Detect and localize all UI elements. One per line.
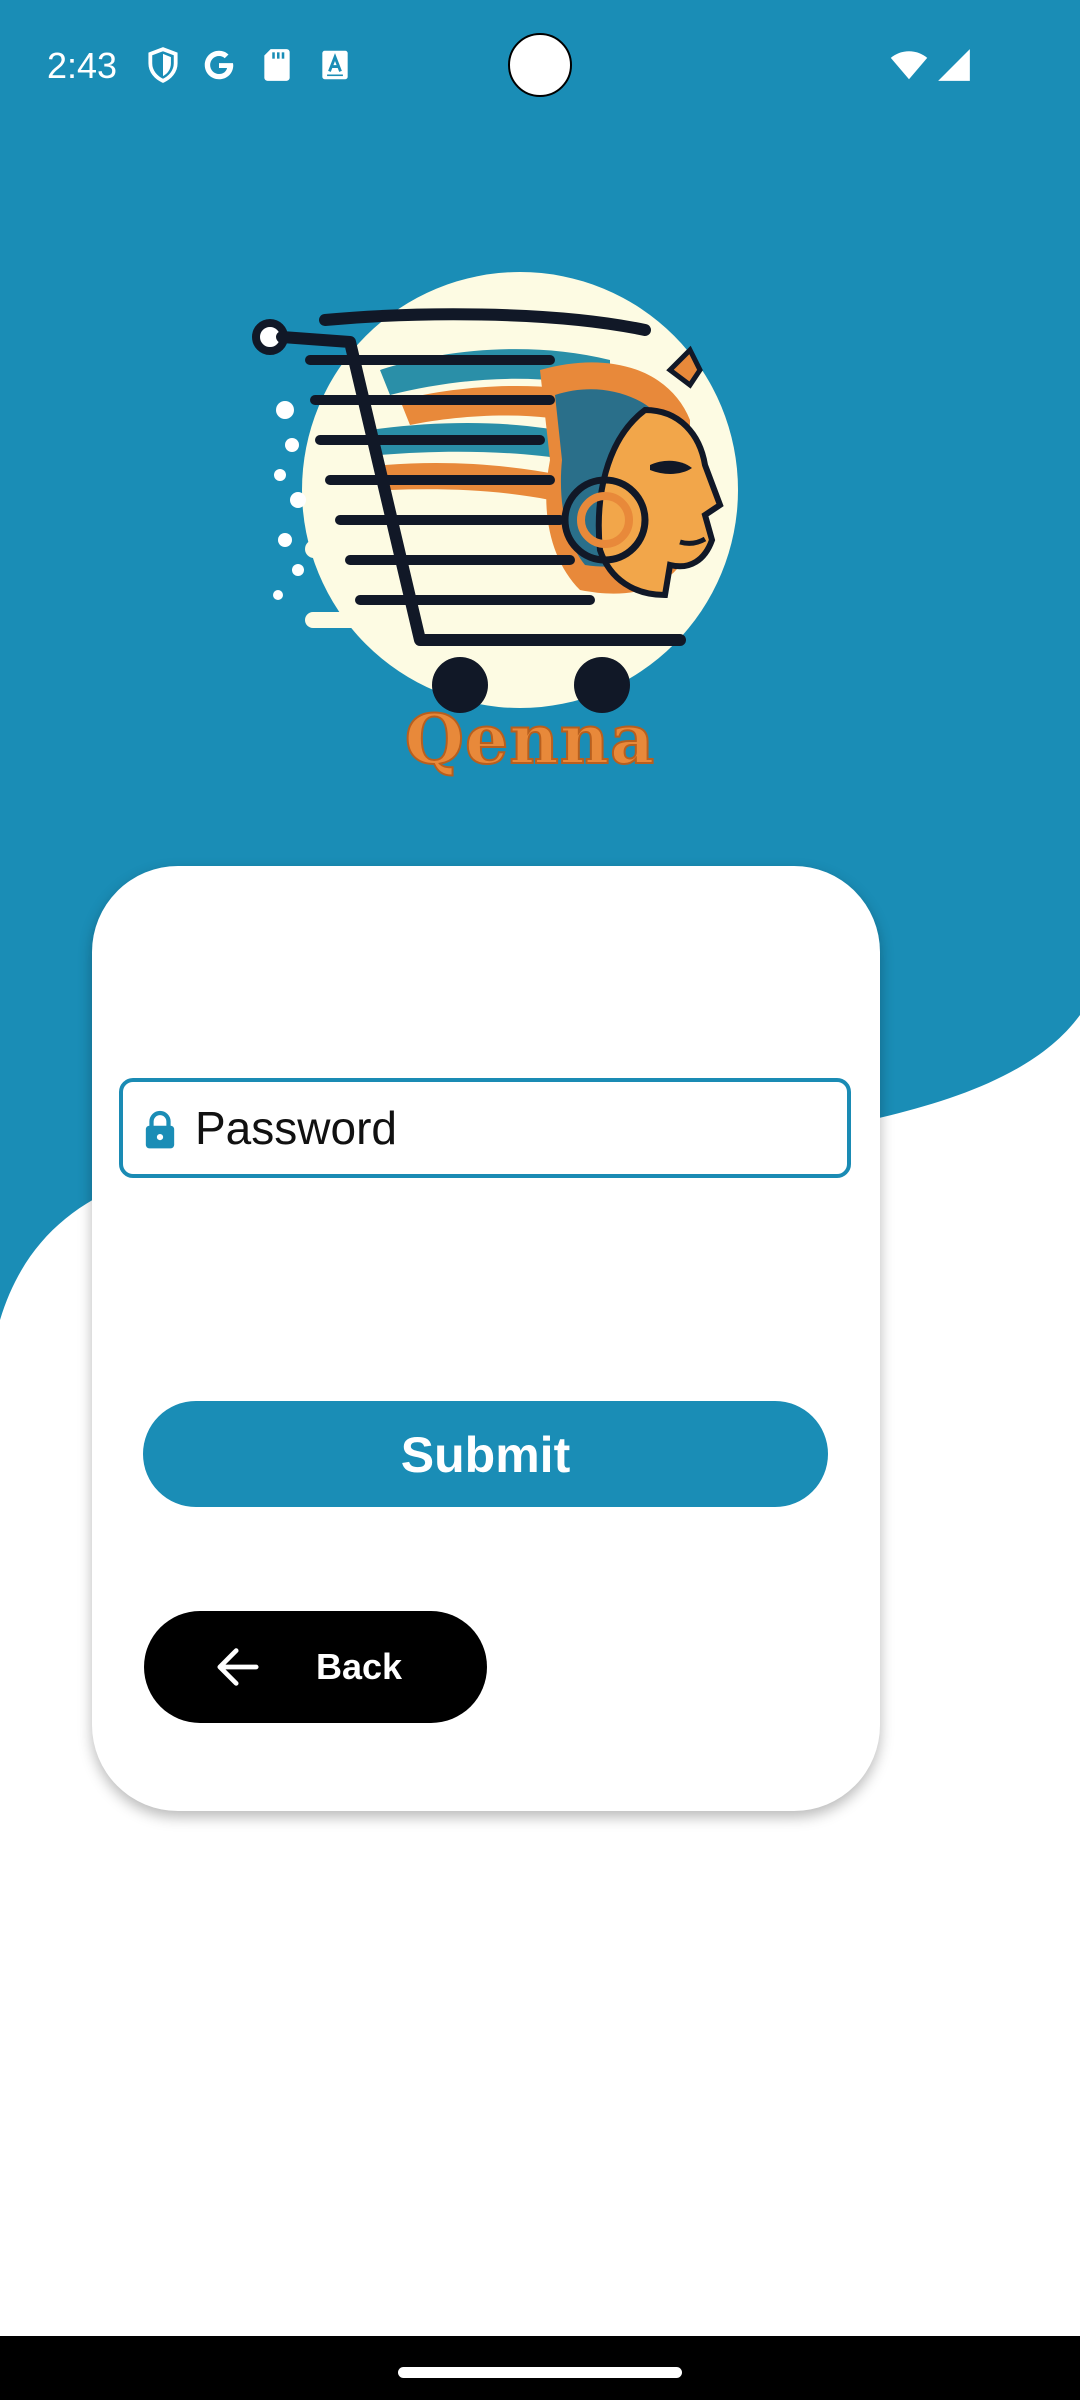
submit-button[interactable]: Submit: [143, 1401, 828, 1507]
signal-icon: [938, 49, 970, 81]
shield-icon: [148, 47, 178, 83]
arrow-left-icon: [217, 1648, 259, 1686]
brand-name: Qenna: [404, 699, 656, 781]
login-screen: 2:43 Qenna Submit Back: [0, 0, 1080, 2400]
status-time: 2:43: [47, 45, 118, 86]
font-icon: [322, 50, 348, 80]
lock-icon: [145, 1110, 175, 1149]
back-button-label: Back: [316, 1646, 403, 1687]
google-icon: [204, 50, 234, 80]
wifi-icon: [890, 51, 928, 80]
password-input[interactable]: [195, 1092, 815, 1164]
back-button[interactable]: Back: [144, 1611, 487, 1723]
home-gesture-handle[interactable]: [398, 2367, 682, 2378]
sd-card-icon: [264, 49, 290, 81]
status-bar: 2:43: [0, 0, 1080, 132]
password-field[interactable]: [119, 1078, 851, 1178]
camera-cutout: [508, 33, 572, 97]
